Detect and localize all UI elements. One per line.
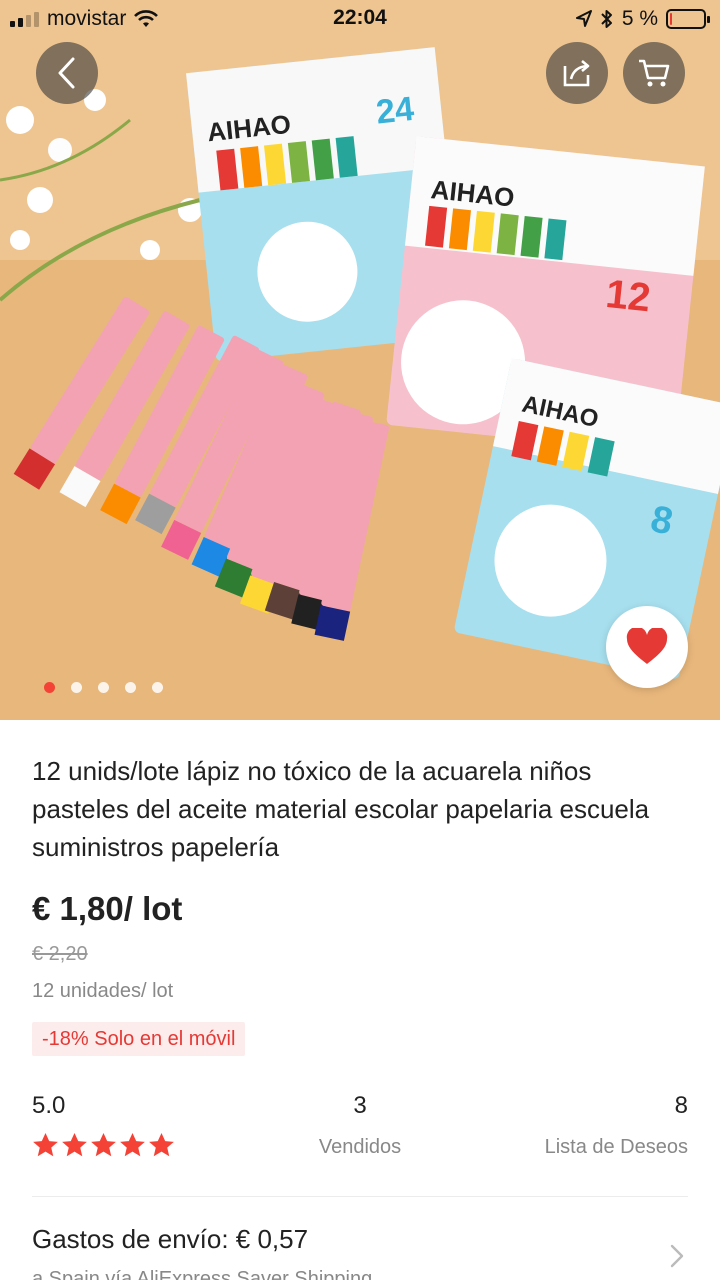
wishlist-label: Lista de Deseos [544,1136,688,1158]
sold-count: 3 [353,1092,367,1119]
carousel-dot[interactable] [125,682,136,693]
original-price: € 2,20 [32,943,88,965]
divider [32,1196,688,1197]
product-price: € 1,80/ lot [32,890,183,927]
shipping-cost: Gastos de envío: € 0,57 [32,1224,309,1254]
back-button[interactable] [36,42,98,104]
carousel-dot[interactable] [152,682,163,693]
unit-info: 12 unidades/ lot [32,980,174,1002]
carousel-dot[interactable] [71,682,82,693]
product-image-carousel[interactable]: AIHAO 24 AIHAO 12 AIHAO 8 [0,0,720,720]
shipping-method: a Spain vía AliExpress Saver Shipping [32,1268,373,1280]
carousel-dot[interactable] [98,682,109,693]
mobile-discount-badge: -18% Solo en el móvil [32,1022,246,1056]
chevron-right-icon [670,1244,684,1268]
status-bar: movistar 22:04 5 % [0,0,720,40]
share-icon [563,60,590,87]
location-arrow-icon [575,10,592,27]
wishlist-button[interactable] [606,606,688,688]
cart-button[interactable] [623,42,685,104]
product-stats: 5.0 3 Vendidos 8 Lista de Deseos [32,1092,688,1172]
battery-percent: 5 % [621,7,658,30]
svg-text:24: 24 [374,90,416,132]
carousel-dot-active[interactable] [44,682,55,693]
chevron-left-icon [58,57,75,89]
bluetooth-icon [601,10,612,28]
shipping-row[interactable]: Gastos de envío: € 0,57 a Spain vía AliE… [0,1200,720,1280]
heart-icon [626,628,668,664]
wishlist-count: 8 [674,1092,688,1119]
battery-fill [670,13,672,25]
carousel-indicator [44,682,163,693]
svg-text:12: 12 [604,272,653,320]
share-button[interactable] [546,42,608,104]
shopping-cart-icon [639,59,670,87]
product-title: 12 unids/lote lápiz no tóxico de la acua… [32,756,650,862]
product-photo: AIHAO 24 AIHAO 12 AIHAO 8 [0,0,720,720]
battery-icon [666,9,710,29]
